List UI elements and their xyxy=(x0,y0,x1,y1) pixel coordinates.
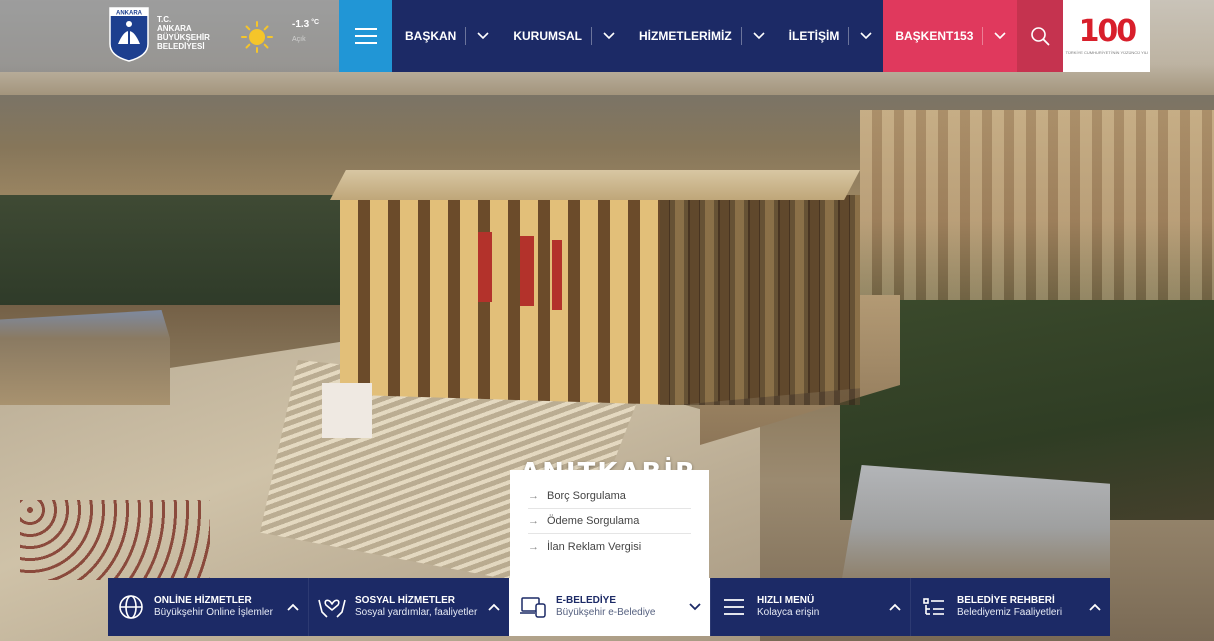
dropdown-item-ilan-reklam-vergisi[interactable]: → İlan Reklam Vergisi xyxy=(528,534,691,559)
search-icon xyxy=(1031,27,1050,46)
tile-title: ONLİNE HİZMETLER xyxy=(154,595,252,606)
chevron-up-icon[interactable] xyxy=(278,603,308,611)
list-icon xyxy=(911,597,957,617)
chevron-up-icon[interactable] xyxy=(1080,603,1110,611)
tile-text: ONLİNE HİZMETLER Büyükşehir Online İşlem… xyxy=(154,595,278,619)
tile-belediye-rehberi[interactable]: BELEDİYE REHBERİ Belediyemiz Faaliyetler… xyxy=(910,578,1110,636)
dropdown-item-label: İlan Reklam Vergisi xyxy=(547,540,642,553)
hero-banner xyxy=(322,383,372,438)
tile-text: BELEDİYE REHBERİ Belediyemiz Faaliyetler… xyxy=(957,595,1080,619)
devices-icon xyxy=(510,596,556,618)
nav-item-label: BAŞKENT153 xyxy=(895,29,974,43)
hero-city xyxy=(860,110,1214,310)
nav-item-label: KURUMSAL xyxy=(513,29,583,43)
chevron-down-icon[interactable] xyxy=(680,603,710,611)
hero-forest-left xyxy=(0,195,360,305)
centenary-badge[interactable]: 100 TÜRKİYE CUMHURİYETİ'NİN YÜZÜNCÜ YILI xyxy=(1063,0,1151,72)
tile-subtitle: Büyükşehir Online İşlemler xyxy=(154,607,273,618)
hero-mausoleum-roof xyxy=(330,170,860,200)
hero-mausoleum-side xyxy=(660,195,860,405)
nav-item-hizmetlerimiz[interactable]: HİZMETLERİMİZ xyxy=(626,0,776,72)
arrow-right-icon: → xyxy=(528,515,539,527)
chevron-down-icon[interactable] xyxy=(983,0,1017,72)
bottom-quick-bar: ONLİNE HİZMETLER Büyükşehir Online İşlem… xyxy=(108,578,1110,636)
tile-online-hizmetler[interactable]: ONLİNE HİZMETLER Büyükşehir Online İşlem… xyxy=(108,578,308,636)
brand-line-2: ANKARA xyxy=(157,24,192,33)
tile-title: SOSYAL HİZMETLER xyxy=(355,595,456,606)
brand-line-4: BELEDİYESİ xyxy=(157,42,205,51)
tile-hizli-menu[interactable]: HIZLI MENÜ Kolayca erişin xyxy=(710,578,910,636)
tile-subtitle: Kolayca erişin xyxy=(757,607,820,618)
hamburger-icon xyxy=(354,28,377,44)
hands-heart-icon xyxy=(309,594,355,620)
brand-area: ANKARA T.C. ANKARA BÜYÜKŞEHİR BELEDİYESİ… xyxy=(0,0,339,72)
tile-subtitle: Belediyemiz Faaliyetleri xyxy=(957,607,1063,618)
temperature-value: -1.3 xyxy=(292,19,310,30)
hero-flag xyxy=(520,236,534,306)
menu-icon xyxy=(711,598,757,616)
nav-item-baskent153[interactable]: BAŞKENT153 xyxy=(883,0,1017,72)
nav-item-baskan[interactable]: BAŞKAN xyxy=(392,0,500,72)
tile-subtitle: Büyükşehir e-Belediye xyxy=(556,607,656,618)
nav-item-iletisim[interactable]: İLETİŞİM xyxy=(776,0,884,72)
hamburger-menu-button[interactable] xyxy=(339,0,392,72)
tile-title: E-BELEDİYE xyxy=(556,595,617,606)
chevron-down-icon[interactable] xyxy=(849,0,883,72)
dropdown-item-label: Borç Sorgulama xyxy=(547,490,626,502)
weather-temperature: -1.3 °C xyxy=(292,19,319,30)
nav-item-kurumsal[interactable]: KURUMSAL xyxy=(500,0,626,72)
centenary-caption: TÜRKİYE CUMHURİYETİ'NİN YÜZÜNCÜ YILI xyxy=(1065,50,1149,55)
nav-item-label: HİZMETLERİMİZ xyxy=(639,29,732,43)
arrow-right-icon: → xyxy=(528,540,539,553)
tile-title: HIZLI MENÜ xyxy=(757,595,815,606)
main-nav: BAŞKAN KURUMSAL HİZMETLERİMİZ İLETİŞİM xyxy=(392,0,884,72)
ankara-emblem-icon[interactable]: ANKARA xyxy=(108,4,150,62)
tile-title: BELEDİYE REHBERİ xyxy=(957,595,1055,606)
arrow-right-icon: → xyxy=(528,490,539,502)
ebelediye-dropdown: → Borç Sorgulama → Ödeme Sorgulama → İla… xyxy=(510,470,709,578)
tile-text: HIZLI MENÜ Kolayca erişin xyxy=(757,595,880,619)
brand-line-1: T.C. xyxy=(157,15,172,24)
tile-sosyal-hizmetler[interactable]: SOSYAL HİZMETLER Sosyal yardımlar, faali… xyxy=(308,578,509,636)
tile-e-belediye[interactable]: E-BELEDİYE Büyükşehir e-Belediye xyxy=(509,578,710,636)
brand-line-3: BÜYÜKŞEHİR xyxy=(157,33,210,42)
tile-text: E-BELEDİYE Büyükşehir e-Belediye xyxy=(556,595,680,619)
hero-pavilion-left xyxy=(0,310,170,405)
brand-text[interactable]: T.C. ANKARA BÜYÜKŞEHİR BELEDİYESİ xyxy=(157,15,210,51)
dropdown-item-label: Ödeme Sorgulama xyxy=(547,515,640,527)
nav-item-label: BAŞKAN xyxy=(405,29,457,43)
chevron-up-icon[interactable] xyxy=(479,603,509,611)
temperature-unit: °C xyxy=(311,19,320,26)
nav-item-label: İLETİŞİM xyxy=(788,29,840,43)
hero-flag xyxy=(478,232,492,302)
tile-subtitle: Sosyal yardımlar, faaliyetler xyxy=(355,607,478,618)
hero-crowd xyxy=(20,500,210,580)
tile-text: SOSYAL HİZMETLER Sosyal yardımlar, faali… xyxy=(355,595,479,619)
globe-icon xyxy=(108,594,154,620)
chevron-down-icon[interactable] xyxy=(592,0,626,72)
dropdown-item-odeme-sorgulama[interactable]: → Ödeme Sorgulama xyxy=(528,509,691,534)
site-header: ANKARA T.C. ANKARA BÜYÜKŞEHİR BELEDİYESİ… xyxy=(0,0,1214,72)
sun-icon xyxy=(241,21,273,53)
hero-flag xyxy=(552,240,562,310)
emblem-label: ANKARA xyxy=(116,11,143,17)
chevron-up-icon[interactable] xyxy=(880,603,910,611)
weather-description: Açık xyxy=(292,36,306,43)
search-button[interactable] xyxy=(1017,0,1064,72)
dropdown-item-borc-sorgulama[interactable]: → Borç Sorgulama xyxy=(528,484,691,509)
centenary-number: 100 xyxy=(1078,14,1138,49)
hero-pavilion-right xyxy=(840,465,1110,590)
nav-accent: BAŞKENT153 xyxy=(883,0,1018,72)
chevron-down-icon[interactable] xyxy=(742,0,776,72)
chevron-down-icon[interactable] xyxy=(466,0,500,72)
